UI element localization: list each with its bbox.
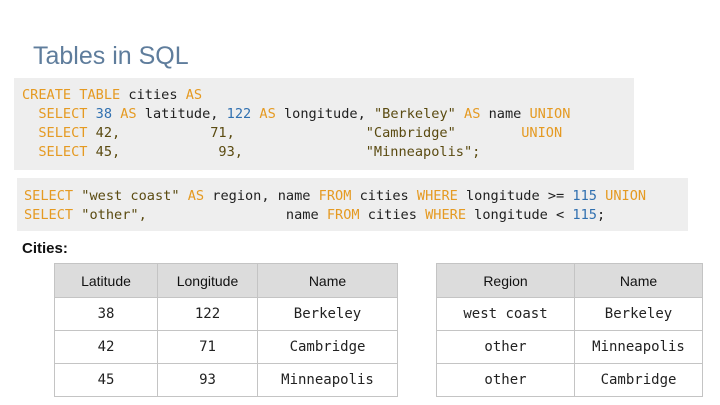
table-row: other Minneapolis xyxy=(436,330,703,364)
code-token: AS xyxy=(251,106,276,122)
table-cell: 42 xyxy=(54,330,158,364)
table-cell: 122 xyxy=(157,297,258,331)
code-line: SELECT "other", name FROM cities WHERE l… xyxy=(24,206,688,225)
code-token: SELECT xyxy=(22,106,96,122)
table-cell: Berkeley xyxy=(574,297,703,331)
create-table-code-block: CREATE TABLE cities AS SELECT 38 AS lati… xyxy=(14,78,634,170)
code-token: "west coast" xyxy=(81,188,180,204)
code-line: CREATE TABLE cities AS xyxy=(22,86,634,105)
code-token: name xyxy=(146,207,327,223)
code-token: UNION xyxy=(529,106,571,122)
code-token: UNION xyxy=(521,125,563,141)
code-token: AS xyxy=(185,87,203,103)
code-token: cities xyxy=(120,87,186,103)
table-cell: west coast xyxy=(436,297,575,331)
table-row: other Cambridge xyxy=(436,363,703,397)
code-token: UNION xyxy=(596,188,647,204)
table-cell: other xyxy=(436,363,575,397)
cities-caption: Cities: xyxy=(22,240,68,257)
table-row: west coast Berkeley xyxy=(436,297,703,331)
code-token: ; xyxy=(596,207,606,223)
code-token: latitude, xyxy=(136,106,227,122)
code-token: longitude >= xyxy=(457,188,573,204)
code-token: region, name xyxy=(204,188,319,204)
code-token: AS xyxy=(112,106,137,122)
code-token: 122 xyxy=(226,106,252,122)
table-header-row: Latitude Longitude Name xyxy=(54,263,398,298)
table-row: 45 93 Minneapolis xyxy=(54,363,398,397)
code-token: 115 xyxy=(572,188,597,204)
table-cell: 93 xyxy=(157,363,258,397)
table-cell: Cambridge xyxy=(574,363,703,397)
column-header-latitude: Latitude xyxy=(54,263,158,298)
code-token: SELECT xyxy=(22,125,96,141)
cities-table: Latitude Longitude Name 38 122 Berkeley … xyxy=(54,263,398,397)
code-token: 38 xyxy=(95,106,113,122)
code-token: longitude, xyxy=(275,106,374,122)
regions-table: Region Name west coast Berkeley other Mi… xyxy=(436,263,703,397)
code-token: cities xyxy=(359,207,426,223)
table-cell: Minneapolis xyxy=(257,363,398,397)
table-row: 42 71 Cambridge xyxy=(54,330,398,364)
table-cell: 38 xyxy=(54,297,158,331)
code-token: name xyxy=(480,106,530,122)
code-token: WHERE xyxy=(425,207,466,223)
code-token: AS xyxy=(179,188,205,204)
code-token: longitude < xyxy=(466,207,573,223)
code-token: AS xyxy=(455,106,481,122)
table-row: 38 122 Berkeley xyxy=(54,297,398,331)
code-line: SELECT 38 AS latitude, 122 AS longitude,… xyxy=(22,105,634,124)
code-token: 45, 93, "Minneapolis"; xyxy=(95,144,481,160)
table-cell: Berkeley xyxy=(257,297,398,331)
select-union-code-block: SELECT "west coast" AS region, name FROM… xyxy=(17,178,688,231)
code-token: cities xyxy=(351,188,417,204)
code-token: SELECT xyxy=(24,207,82,223)
table-header-row: Region Name xyxy=(436,263,703,298)
code-line: SELECT 45, 93, "Minneapolis"; xyxy=(22,143,634,162)
table-cell: Cambridge xyxy=(257,330,398,364)
code-token: "Berkeley" xyxy=(373,106,456,122)
column-header-longitude: Longitude xyxy=(157,263,258,298)
column-header-region: Region xyxy=(436,263,575,298)
table-cell: 71 xyxy=(157,330,258,364)
code-token: FROM xyxy=(318,188,352,204)
code-token: "other", xyxy=(81,207,147,223)
table-cell: Minneapolis xyxy=(574,330,703,364)
code-token: 115 xyxy=(572,207,597,223)
code-token: WHERE xyxy=(416,188,458,204)
code-line: SELECT 42, 71, "Cambridge" UNION xyxy=(22,124,634,143)
code-token: FROM xyxy=(326,207,360,223)
table-cell: other xyxy=(436,330,575,364)
table-cell: 45 xyxy=(54,363,158,397)
code-token: SELECT xyxy=(24,188,82,204)
code-token: 42, 71, "Cambridge" xyxy=(95,125,522,141)
slide-title: Tables in SQL xyxy=(33,42,189,70)
column-header-name: Name xyxy=(574,263,703,298)
code-token: SELECT xyxy=(22,144,96,160)
column-header-name: Name xyxy=(257,263,398,298)
code-line: SELECT "west coast" AS region, name FROM… xyxy=(24,187,688,206)
code-token: CREATE TABLE xyxy=(22,87,121,103)
